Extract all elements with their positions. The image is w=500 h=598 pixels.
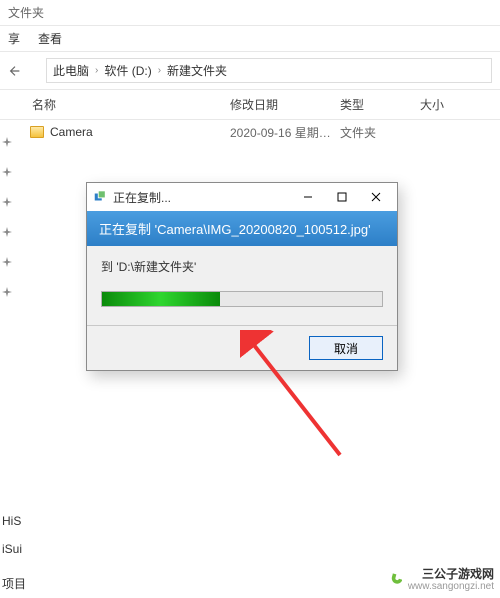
- dialog-title: 正在复制...: [113, 189, 171, 206]
- progress-bar: [101, 291, 383, 307]
- progress-fill: [102, 292, 220, 306]
- table-row[interactable]: Camera 2020-09-16 星期… 文件夹: [0, 120, 500, 144]
- cancel-button[interactable]: 取消: [309, 336, 383, 360]
- column-headers: 名称 修改日期 类型 大小: [0, 90, 500, 120]
- status-bar: 项目: [2, 575, 26, 592]
- maximize-button[interactable]: [325, 183, 359, 211]
- chevron-right-icon: ›: [91, 65, 102, 76]
- breadcrumb-root[interactable]: 此电脑: [53, 62, 89, 79]
- file-name: Camera: [50, 125, 230, 139]
- column-type[interactable]: 类型: [340, 96, 420, 113]
- quick-access-pins: [0, 130, 14, 302]
- watermark-logo-icon: [384, 571, 402, 589]
- minimize-button[interactable]: [291, 183, 325, 211]
- folder-icon: [30, 126, 44, 138]
- menu-share[interactable]: 享: [8, 30, 20, 47]
- sidebar-fragments: HiS iSui: [0, 514, 22, 558]
- file-type: 文件夹: [340, 124, 420, 141]
- column-date[interactable]: 修改日期: [230, 96, 340, 113]
- watermark-url: www.sangongzi.net: [408, 581, 494, 592]
- pin-icon[interactable]: [2, 226, 12, 236]
- pin-icon[interactable]: [2, 196, 12, 206]
- watermark: 三公子游戏网 www.sangongzi.net: [384, 568, 494, 592]
- dialog-destination: 到 'D:\新建文件夹': [101, 258, 383, 275]
- toolbar: 此电脑 › 软件 (D:) › 新建文件夹: [0, 52, 500, 90]
- watermark-name: 三公子游戏网: [422, 568, 494, 581]
- up-icon[interactable]: [8, 64, 22, 78]
- copy-dialog: 正在复制... 正在复制 'Camera\IMG_20200820_100512…: [86, 182, 398, 371]
- copy-icon: [93, 190, 107, 204]
- menu-view[interactable]: 查看: [38, 30, 62, 47]
- pin-icon[interactable]: [2, 286, 12, 296]
- pin-icon[interactable]: [2, 166, 12, 176]
- breadcrumb-folder[interactable]: 新建文件夹: [167, 62, 227, 79]
- dialog-header: 正在复制 'Camera\IMG_20200820_100512.jpg': [87, 211, 397, 246]
- file-list: Camera 2020-09-16 星期… 文件夹: [0, 120, 500, 144]
- chevron-right-icon: ›: [154, 65, 165, 76]
- pin-icon[interactable]: [2, 256, 12, 266]
- sidebar-item[interactable]: HiS: [2, 514, 22, 530]
- column-name[interactable]: 名称: [0, 96, 230, 113]
- dialog-titlebar[interactable]: 正在复制...: [87, 183, 397, 211]
- breadcrumb[interactable]: 此电脑 › 软件 (D:) › 新建文件夹: [46, 58, 492, 83]
- pin-icon[interactable]: [2, 136, 12, 146]
- menu-bar: 享 查看: [0, 26, 500, 52]
- column-size[interactable]: 大小: [420, 96, 500, 113]
- close-button[interactable]: [359, 183, 393, 211]
- breadcrumb-drive[interactable]: 软件 (D:): [104, 62, 151, 79]
- file-date: 2020-09-16 星期…: [230, 124, 340, 141]
- window-title-fragment: 文件夹: [0, 0, 500, 26]
- sidebar-item[interactable]: iSui: [2, 542, 22, 558]
